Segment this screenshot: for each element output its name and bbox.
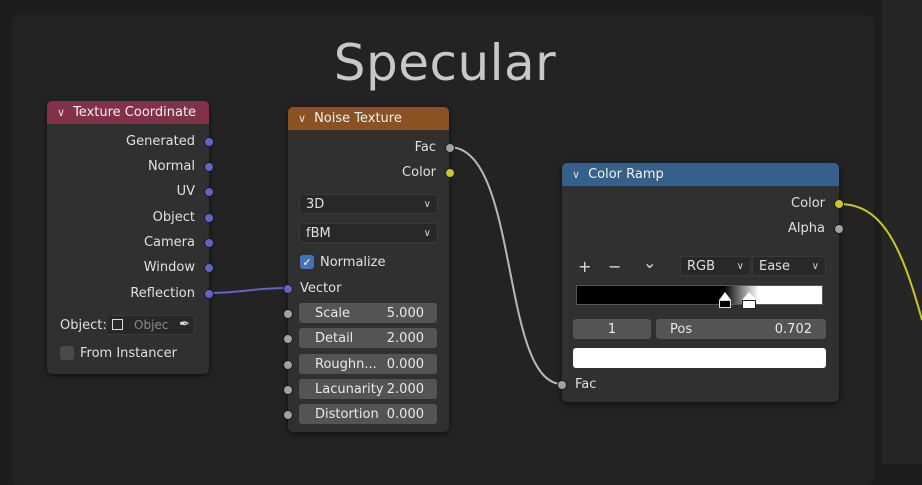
socket-window[interactable]: [204, 263, 214, 273]
link-reflection-vector: [207, 287, 289, 294]
remove-stop-button[interactable]: −: [608, 257, 621, 276]
socket-distortion-in[interactable]: [283, 410, 293, 420]
link-fac-fac: [448, 146, 563, 385]
pos-label: Pos: [670, 321, 693, 337]
output-color: Color: [402, 165, 436, 180]
socket-roughness-in[interactable]: [283, 360, 293, 370]
output-camera: Camera: [143, 235, 195, 250]
socket-camera[interactable]: [204, 238, 214, 248]
field-value: 5.000: [386, 305, 424, 321]
chevron-down-icon: ∨: [423, 227, 431, 239]
scale-field[interactable]: Scale 5.000: [299, 303, 437, 323]
field-label: Roughn...: [315, 356, 377, 372]
noise-texture-node[interactable]: ∨ Noise Texture Fac Color 3D ∨ fBM ∨ ✓ N…: [288, 107, 449, 432]
socket-fac-out[interactable]: [445, 143, 455, 153]
add-stop-button[interactable]: +: [578, 257, 591, 276]
socket-color-ramp-alpha-out[interactable]: [834, 224, 844, 234]
dimensions-dropdown[interactable]: 3D ∨: [299, 194, 438, 214]
object-picker-field[interactable]: Objec ✒: [106, 315, 195, 335]
from-instancer-label: From Instancer: [80, 346, 177, 361]
noise-texture-header[interactable]: ∨ Noise Texture: [288, 107, 449, 130]
stop-index-value: 1: [607, 321, 617, 337]
node-title: Texture Coordinate: [73, 105, 197, 120]
collapse-chevron-icon[interactable]: ∨: [57, 106, 65, 119]
normalize-label: Normalize: [320, 255, 386, 270]
input-fac-label: Fac: [575, 377, 597, 392]
output-reflection: Reflection: [130, 286, 195, 301]
texture-coordinate-header[interactable]: ∨ Texture Coordinate: [47, 101, 209, 124]
socket-color-ramp-color-out[interactable]: [834, 199, 844, 209]
stop-position-field[interactable]: Pos 0.702: [656, 319, 826, 339]
lacunarity-field[interactable]: Lacunarity 2.000: [299, 379, 437, 399]
field-label: Detail: [315, 330, 354, 346]
ramp-stop-black[interactable]: [719, 292, 731, 300]
ramp-stop-black-swatch[interactable]: [719, 300, 731, 308]
socket-color-out[interactable]: [445, 168, 455, 178]
noise-type-value: fBM: [306, 225, 331, 241]
from-instancer-checkbox[interactable]: [60, 346, 74, 360]
normalize-checkbox[interactable]: ✓: [300, 255, 314, 269]
chevron-down-icon: ∨: [811, 260, 819, 272]
field-value: 2.000: [386, 381, 424, 397]
output-object: Object: [152, 210, 195, 225]
color-mode-value: RGB: [687, 258, 716, 274]
socket-object[interactable]: [204, 213, 214, 223]
detail-field[interactable]: Detail 2.000: [299, 328, 437, 348]
input-vector-label: Vector: [300, 281, 342, 296]
color-mode-dropdown[interactable]: RGB ∨: [680, 256, 751, 276]
collapse-chevron-icon[interactable]: ∨: [298, 112, 306, 125]
socket-generated[interactable]: [204, 137, 214, 147]
field-value: 0.000: [386, 356, 424, 372]
color-ramp-header[interactable]: ∨ Color Ramp: [562, 163, 839, 186]
color-ramp-gradient[interactable]: [576, 285, 823, 305]
field-value: 0.000: [386, 406, 424, 422]
output-uv: UV: [176, 184, 195, 199]
interpolation-dropdown[interactable]: Ease ∨: [752, 256, 826, 276]
output-window: Window: [143, 260, 195, 275]
object-type-icon: [112, 319, 123, 330]
node-title: Color Ramp: [588, 167, 664, 182]
ramp-stop-white[interactable]: [742, 292, 756, 300]
link-color-out: [838, 203, 922, 321]
noise-type-dropdown[interactable]: fBM ∨: [299, 223, 438, 243]
field-label: Distortion: [315, 406, 379, 422]
interpolation-value: Ease: [759, 258, 790, 274]
dimensions-value: 3D: [306, 196, 325, 212]
chevron-down-icon: ∨: [736, 260, 744, 272]
object-label: Object:: [60, 318, 107, 333]
distortion-field[interactable]: Distortion 0.000: [299, 404, 437, 424]
output-alpha: Alpha: [788, 221, 825, 236]
socket-vector-in[interactable]: [283, 284, 293, 294]
socket-color-ramp-fac-in[interactable]: [557, 380, 567, 390]
ramp-menu-button[interactable]: ⌄: [643, 253, 656, 272]
node-title: Noise Texture: [314, 111, 402, 126]
socket-lacunarity-in[interactable]: [283, 385, 293, 395]
field-value: 2.000: [386, 330, 424, 346]
socket-scale-in[interactable]: [283, 309, 293, 319]
color-ramp-node[interactable]: ∨ Color Ramp Color Alpha + − ⌄ RGB ∨ Eas…: [562, 163, 839, 402]
ramp-stop-white-swatch[interactable]: [742, 300, 756, 309]
output-color: Color: [791, 196, 825, 211]
roughness-field[interactable]: Roughn... 0.000: [299, 354, 437, 374]
stop-index-field[interactable]: 1: [573, 319, 651, 339]
stop-color-swatch[interactable]: [573, 348, 826, 368]
socket-detail-in[interactable]: [283, 334, 293, 344]
collapse-chevron-icon[interactable]: ∨: [572, 168, 580, 181]
pos-value: 0.702: [774, 321, 812, 337]
socket-uv[interactable]: [204, 187, 214, 197]
output-normal: Normal: [147, 159, 195, 174]
object-placeholder: Objec: [134, 318, 169, 332]
output-generated: Generated: [126, 134, 195, 149]
socket-normal[interactable]: [204, 162, 214, 172]
texture-coordinate-node[interactable]: ∨ Texture Coordinate Generated Normal UV…: [47, 101, 209, 374]
eyedropper-icon[interactable]: ✒: [179, 317, 190, 332]
field-label: Lacunarity: [315, 381, 384, 397]
field-label: Scale: [315, 305, 350, 321]
socket-reflection[interactable]: [204, 289, 214, 299]
output-fac: Fac: [414, 140, 436, 155]
chevron-down-icon: ∨: [423, 198, 431, 210]
